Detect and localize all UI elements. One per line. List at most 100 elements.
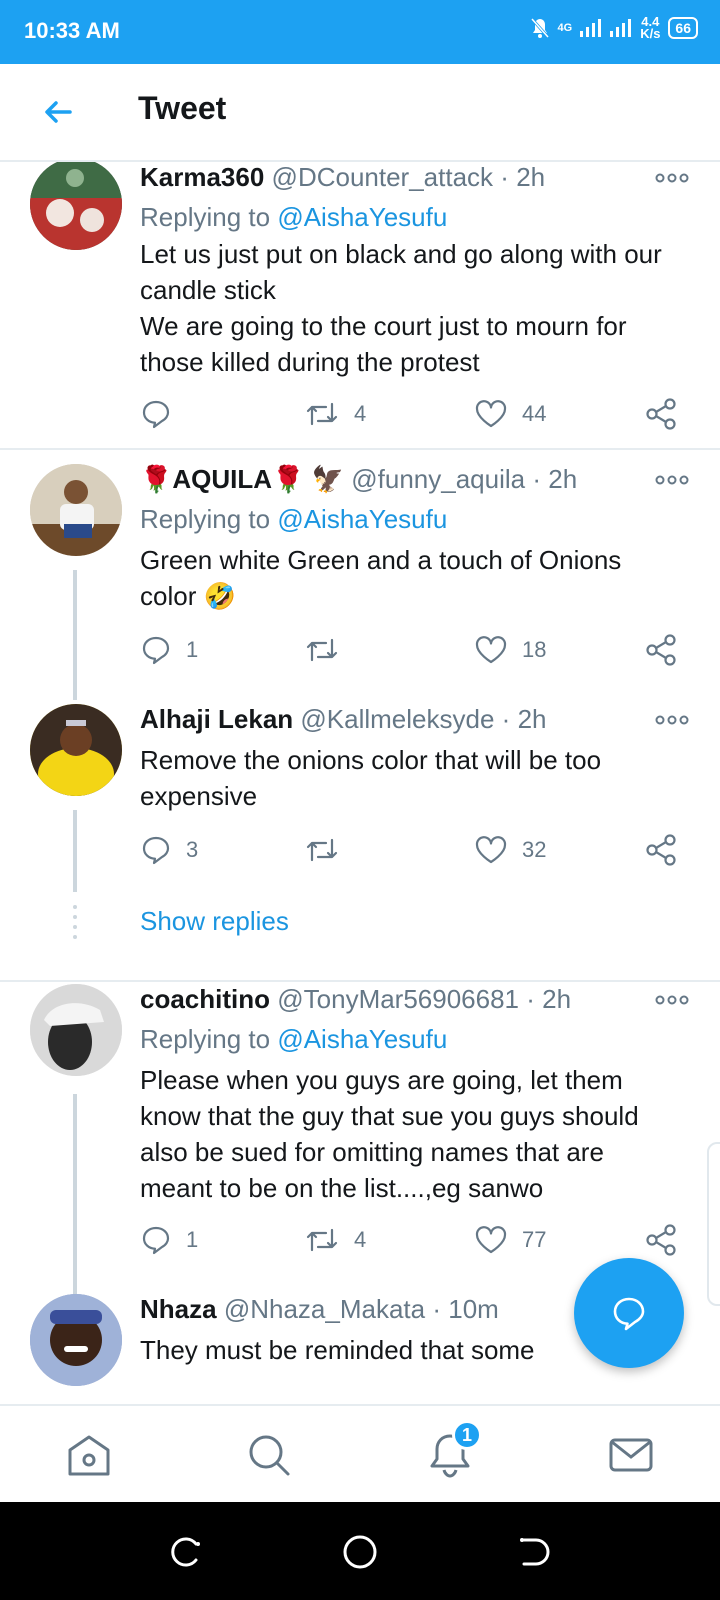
like-count: 18 (522, 637, 547, 662)
separator: · (501, 704, 511, 734)
retweet-icon (306, 1228, 338, 1252)
rose-emoji-left: 🌹 (140, 464, 173, 494)
avatar-image (30, 1294, 122, 1386)
retweet-icon (306, 402, 338, 426)
replying-label: Replying to (140, 504, 271, 534)
display-name[interactable]: Alhaji Lekan (140, 704, 293, 734)
divider (0, 980, 720, 982)
tweet-actions: 4 44 (140, 394, 700, 434)
share-button[interactable] (644, 630, 678, 670)
like-icon (475, 1226, 507, 1254)
reply-icon (142, 836, 170, 865)
display-name[interactable]: Karma360 (140, 162, 264, 192)
retweet-icon (306, 638, 338, 662)
tweet-alhaji-lekan[interactable]: Alhaji Lekan @Kallmeleksyde · 2h Remove … (0, 704, 720, 892)
replying-label: Replying to (140, 1024, 271, 1054)
mention-link[interactable]: @AishaYesufu (277, 202, 447, 232)
avatar[interactable] (30, 704, 122, 796)
timestamp: 2h (542, 984, 572, 1014)
like-count: 44 (522, 401, 547, 426)
eagle-emoji: 🦅 (311, 464, 345, 494)
search-icon[interactable] (244, 1430, 294, 1480)
replying-label: Replying to (140, 202, 271, 232)
retweet-count: 4 (354, 1227, 367, 1252)
status-icons: 4G 4.4 K/s 66 (530, 15, 698, 41)
reply-feed[interactable]: Karma360 @DCounter_attack · 2h Replying … (0, 162, 720, 1404)
more-icon[interactable] (654, 990, 690, 1010)
reply-count: 1 (186, 637, 199, 662)
timestamp: 2h (548, 464, 578, 494)
like-count: 77 (522, 1227, 547, 1252)
reply-icon (142, 636, 170, 665)
like-icon (475, 400, 507, 428)
recent-apps-icon[interactable] (166, 1532, 206, 1572)
mention-link[interactable]: @AishaYesufu (277, 504, 447, 534)
home-icon[interactable] (64, 1430, 114, 1480)
share-button[interactable] (644, 1220, 678, 1260)
handle[interactable]: @TonyMar56906681 (277, 984, 519, 1014)
reply-button[interactable]: 1 (140, 630, 198, 670)
retweet-button[interactable] (304, 630, 354, 670)
share-button[interactable] (644, 394, 678, 434)
tweet-meta: coachitino @TonyMar56906681 · 2h (140, 984, 670, 1015)
separator: · (432, 1294, 441, 1324)
display-name[interactable]: AQUILA (172, 464, 272, 494)
mention-link[interactable]: @AishaYesufu (277, 1024, 447, 1054)
share-icon (646, 1224, 676, 1256)
back-arrow-icon[interactable] (38, 92, 78, 132)
avatar[interactable] (30, 984, 122, 1076)
system-navigation-bar (0, 1502, 720, 1600)
like-button[interactable]: 44 (474, 394, 546, 434)
reply-icon (142, 400, 170, 429)
reply-button[interactable]: 3 (140, 830, 198, 870)
reply-button[interactable] (140, 394, 186, 434)
compose-reply-button[interactable] (574, 1258, 684, 1368)
avatar[interactable] (30, 162, 122, 250)
edge-panel-handle[interactable] (707, 1142, 720, 1306)
tweet-coachitino[interactable]: coachitino @TonyMar56906681 · 2h Replyin… (0, 984, 720, 1302)
reply-count: 1 (186, 1227, 199, 1252)
home-button-icon[interactable] (340, 1532, 380, 1572)
handle[interactable]: @DCounter_attack (272, 162, 494, 192)
display-name[interactable]: coachitino (140, 984, 270, 1014)
top-header: Tweet (0, 64, 720, 162)
rose-emoji-right: 🌹 (272, 464, 305, 494)
display-name[interactable]: Nhaza (140, 1294, 217, 1324)
retweet-button[interactable] (304, 830, 354, 870)
tweet-actions: 1 18 (140, 630, 700, 670)
separator: · (500, 162, 509, 192)
tweet-karma360[interactable]: Karma360 @DCounter_attack · 2h Replying … (0, 162, 720, 448)
like-button[interactable]: 18 (474, 630, 546, 670)
avatar[interactable] (30, 464, 122, 556)
tweet-text: Let us just put on black and go along wi… (140, 239, 662, 377)
like-count: 32 (522, 837, 547, 862)
reply-button[interactable]: 1 (140, 1220, 198, 1260)
handle[interactable]: @funny_aquila (351, 464, 525, 494)
more-icon[interactable] (654, 470, 690, 490)
retweet-icon (306, 838, 338, 862)
show-replies-link[interactable]: Show replies (140, 906, 289, 937)
messages-icon[interactable] (606, 1430, 656, 1480)
compose-icon (613, 1297, 645, 1331)
avatar[interactable] (30, 1294, 122, 1386)
handle[interactable]: @Kallmeleksyde (300, 704, 494, 734)
like-button[interactable]: 77 (474, 1220, 546, 1260)
notification-badge: 1 (452, 1420, 482, 1450)
like-button[interactable]: 32 (474, 830, 546, 870)
retweet-button[interactable]: 4 (304, 394, 366, 434)
share-button[interactable] (644, 830, 678, 870)
handle[interactable]: @Nhaza_Makata (224, 1294, 425, 1324)
tweet-text: Green white Green and a touch of Onions … (140, 545, 622, 611)
retweet-button[interactable]: 4 (304, 1220, 366, 1260)
more-icon[interactable] (654, 710, 690, 730)
more-icon[interactable] (654, 168, 690, 188)
back-button-icon[interactable] (514, 1532, 554, 1572)
status-time: 10:33 AM (24, 18, 120, 43)
avatar-image (30, 984, 122, 1076)
tweet-aquila[interactable]: 🌹AQUILA🌹 🦅 @funny_aquila · 2h Replying t… (0, 464, 720, 700)
avatar-image (30, 464, 122, 556)
bottom-navigation: 1 (0, 1404, 720, 1504)
net-speed-unit: K/s (640, 26, 661, 41)
replying-to: Replying to @AishaYesufu (140, 1024, 447, 1055)
avatar-image (30, 162, 122, 250)
